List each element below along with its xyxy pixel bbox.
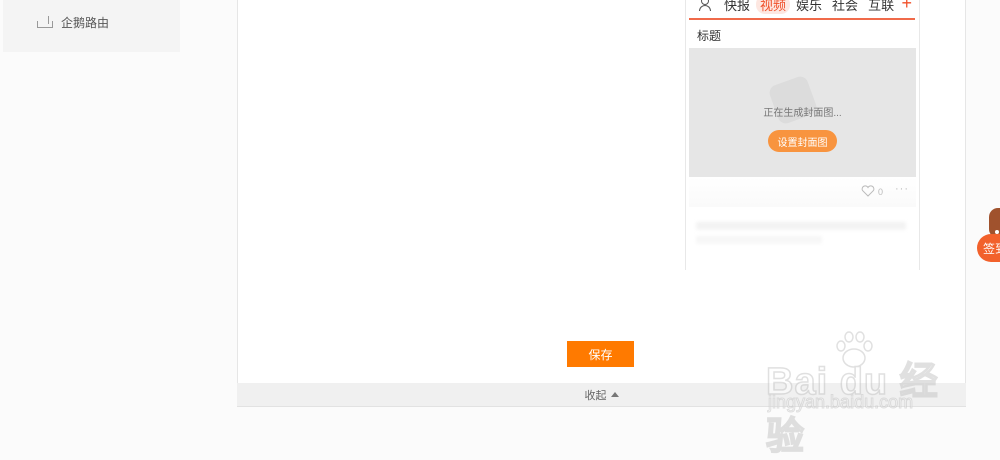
signin-button[interactable]: 签到 — [977, 234, 1000, 262]
set-cover-button[interactable]: 设置封面图 — [768, 130, 837, 152]
preview-tab-bar: 快报 视频 娱乐 社会 互联 + — [689, 0, 915, 20]
tab-kuaibao[interactable]: 快报 — [724, 0, 750, 14]
sidebar-item-qie-router[interactable]: 企鹅路由 — [37, 12, 109, 32]
plus-icon[interactable]: + — [901, 0, 912, 13]
tab-video[interactable]: 视频 — [756, 0, 791, 14]
router-icon — [37, 16, 53, 28]
tab-society[interactable]: 社会 — [832, 0, 858, 14]
sidebar-item-label: 企鹅路由 — [61, 15, 110, 30]
tab-entertainment[interactable]: 娱乐 — [796, 0, 822, 14]
heart-icon[interactable] — [861, 185, 875, 197]
collapse-toggle[interactable]: 收起 — [237, 383, 966, 407]
preview-fade — [686, 200, 919, 270]
collapse-label: 收起 — [584, 389, 607, 402]
sidebar: 企鹅路由 — [3, 0, 180, 52]
like-count: 0 — [878, 187, 884, 197]
tab-internet[interactable]: 互联 — [868, 0, 894, 14]
more-icon[interactable]: ··· — [895, 183, 909, 195]
caret-up-icon — [610, 392, 619, 397]
phone-preview: 快报 视频 娱乐 社会 互联 + 标题 正在生成封面图... 设置封面图 0 ·… — [685, 0, 920, 270]
user-icon[interactable] — [698, 0, 711, 11]
preview-title: 标题 — [697, 29, 722, 43]
cover-image-placeholder: 正在生成封面图... 设置封面图 — [689, 48, 916, 177]
signin-label: 签到 — [983, 241, 1000, 256]
save-button[interactable]: 保存 — [567, 341, 634, 367]
cover-status-text: 正在生成封面图... — [763, 108, 842, 119]
